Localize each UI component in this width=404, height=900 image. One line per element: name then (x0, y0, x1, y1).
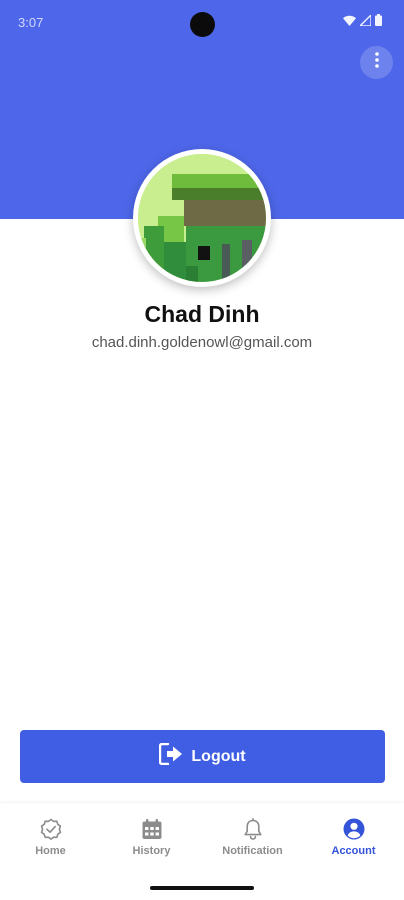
signal-icon (360, 14, 371, 26)
avatar[interactable] (138, 154, 266, 282)
system-navigation-area (0, 878, 404, 900)
more-vert-icon (374, 52, 379, 73)
status-time: 3:07 (18, 15, 44, 30)
nav-item-notification[interactable]: Notification (202, 803, 303, 878)
avatar-frame (133, 149, 271, 287)
bell-icon (242, 818, 264, 845)
logout-label: Logout (191, 747, 246, 765)
bottom-navigation: Home History Notification Account (0, 803, 404, 878)
account-circle-icon (343, 818, 365, 845)
camera-cutout (190, 12, 215, 37)
profile-email: chad.dinh.goldenowl@gmail.com (91, 334, 313, 351)
nav-label-notification: Notification (222, 845, 283, 857)
nav-label-history: History (132, 845, 171, 857)
more-options-button[interactable] (360, 46, 393, 79)
battery-icon (375, 14, 382, 26)
nav-item-account[interactable]: Account (303, 803, 404, 878)
nav-item-history[interactable]: History (101, 803, 202, 878)
logout-icon (159, 742, 183, 770)
check-badge-icon (40, 818, 62, 845)
wifi-icon (343, 15, 356, 26)
nav-label-account: Account (331, 845, 376, 857)
nav-label-home: Home (35, 845, 66, 857)
calendar-icon (141, 818, 163, 845)
nav-item-home[interactable]: Home (0, 803, 101, 878)
gesture-handle[interactable] (150, 886, 254, 890)
profile-name: Chad Dinh (144, 301, 260, 327)
status-icons (343, 14, 382, 26)
logout-button[interactable]: Logout (20, 730, 385, 783)
